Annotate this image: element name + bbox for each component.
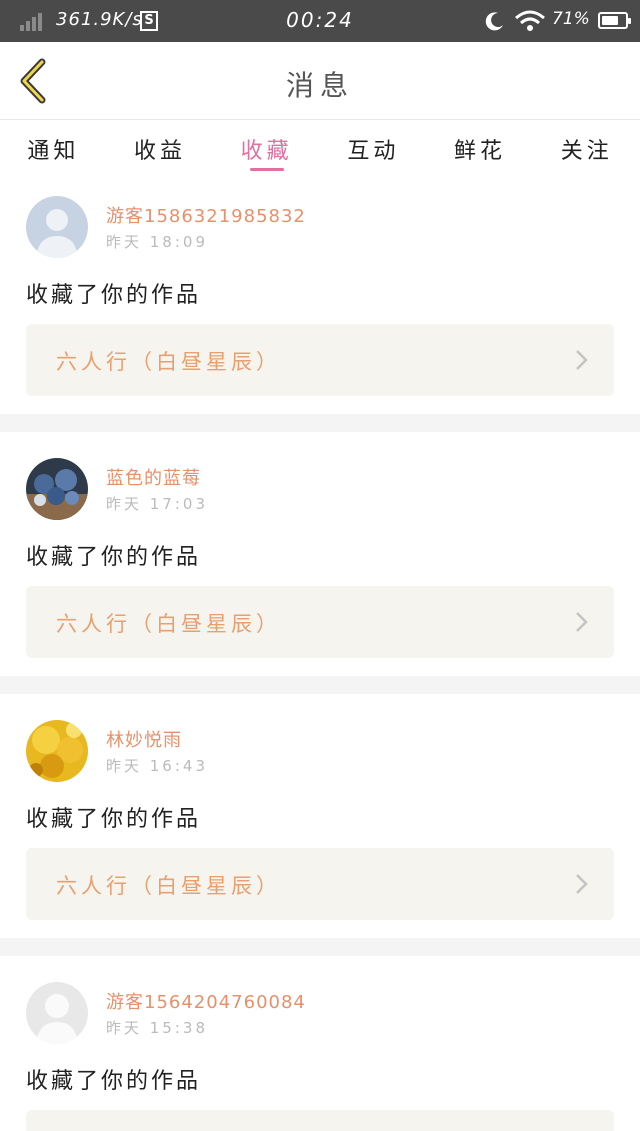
message-item: 林妙悦雨 昨天 16:43 收藏了你的作品 六人行（白昼星辰）	[0, 704, 640, 948]
tab-bar: 通知 收益 收藏 互动 鲜花 关注	[0, 121, 640, 179]
action-text: 收藏了你的作品	[26, 283, 202, 308]
divider	[0, 414, 640, 432]
header: 消息	[0, 42, 640, 120]
wifi-icon	[515, 10, 545, 31]
battery-percent: 71%	[552, 9, 590, 29]
timestamp: 昨天 16:43	[106, 757, 208, 775]
avatar[interactable]	[26, 458, 88, 520]
work-link[interactable]	[26, 1110, 614, 1131]
chevron-right-icon	[576, 874, 588, 894]
chevron-right-icon	[576, 350, 588, 370]
work-title: 六人行（白昼星辰）	[56, 874, 281, 898]
moon-icon	[485, 12, 503, 31]
message-item: 游客1586321985832 昨天 18:09 收藏了你的作品 六人行（白昼星…	[0, 180, 640, 424]
battery-icon	[598, 12, 631, 29]
page-title: 消息	[285, 69, 354, 102]
username[interactable]: 林妙悦雨	[106, 726, 182, 752]
divider	[0, 938, 640, 956]
tab-notifications[interactable]: 通知	[0, 121, 107, 179]
tab-follows[interactable]: 关注	[533, 121, 640, 179]
work-link[interactable]: 六人行（白昼星辰）	[26, 848, 614, 920]
tab-favorites[interactable]: 收藏	[213, 121, 320, 179]
action-text: 收藏了你的作品	[26, 1069, 202, 1094]
avatar[interactable]	[26, 720, 88, 782]
username[interactable]: 游客1586321985832	[106, 202, 306, 228]
work-title: 六人行（白昼星辰）	[56, 350, 281, 374]
message-item: 游客1564204760084 昨天 15:38 收藏了你的作品	[0, 966, 640, 1131]
username[interactable]: 游客1564204760084	[106, 988, 306, 1014]
divider	[0, 676, 640, 694]
username[interactable]: 蓝色的蓝莓	[106, 464, 201, 490]
message-item: 蓝色的蓝莓 昨天 17:03 收藏了你的作品 六人行（白昼星辰）	[0, 442, 640, 686]
timestamp: 昨天 15:38	[106, 1019, 208, 1037]
avatar[interactable]	[26, 982, 88, 1044]
work-link[interactable]: 六人行（白昼星辰）	[26, 586, 614, 658]
battery-fill	[602, 16, 618, 25]
tab-interactions[interactable]: 互动	[320, 121, 427, 179]
tab-flowers[interactable]: 鲜花	[427, 121, 534, 179]
timestamp: 昨天 17:03	[106, 495, 208, 513]
work-title: 六人行（白昼星辰）	[56, 612, 281, 636]
timestamp: 昨天 18:09	[106, 233, 208, 251]
status-bar: 361.9K/s S 00:24 71%	[0, 0, 640, 42]
chevron-right-icon	[576, 612, 588, 632]
work-link[interactable]: 六人行（白昼星辰）	[26, 324, 614, 396]
action-text: 收藏了你的作品	[26, 807, 202, 832]
avatar[interactable]	[26, 196, 88, 258]
action-text: 收藏了你的作品	[26, 545, 202, 570]
tab-earnings[interactable]: 收益	[107, 121, 214, 179]
